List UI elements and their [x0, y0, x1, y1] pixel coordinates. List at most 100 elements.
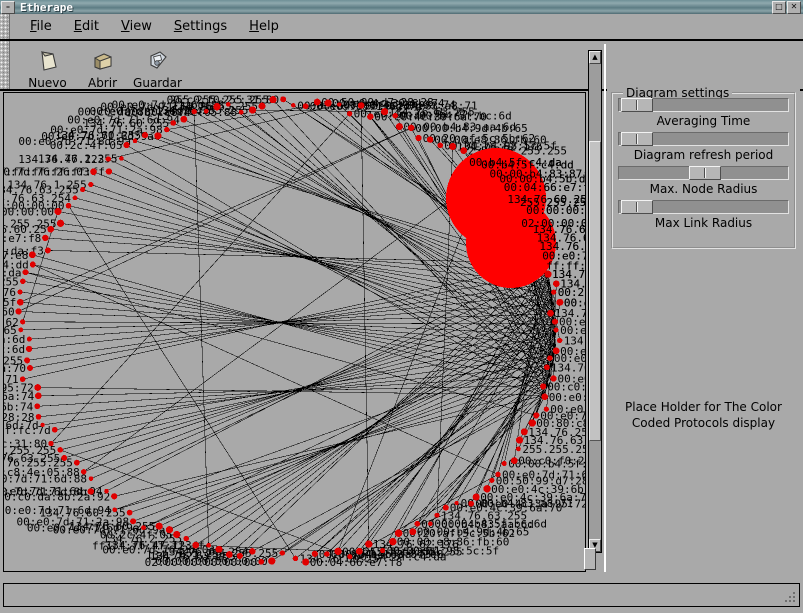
averaging-time-thumb[interactable] — [621, 98, 653, 112]
node-dot[interactable] — [428, 521, 433, 526]
max-link-radius-thumb[interactable] — [621, 200, 653, 214]
node-dot[interactable] — [543, 406, 549, 412]
node-dot[interactable] — [258, 102, 266, 110]
node-dot[interactable] — [533, 412, 540, 419]
node-dot[interactable] — [203, 108, 209, 114]
node-dot[interactable] — [40, 422, 45, 428]
node-dot[interactable] — [324, 551, 330, 557]
node-dot[interactable] — [540, 383, 547, 390]
node-dot[interactable] — [381, 108, 389, 116]
node-dot[interactable] — [408, 124, 415, 131]
node-dot[interactable] — [268, 557, 276, 565]
node-dot[interactable] — [19, 376, 26, 383]
maximize-button[interactable]: □ — [772, 0, 786, 14]
node-dot[interactable] — [468, 500, 475, 507]
node-dot[interactable] — [437, 142, 444, 149]
node-dot[interactable] — [180, 115, 188, 123]
node-dot[interactable] — [192, 541, 200, 549]
node-dot[interactable] — [553, 327, 559, 333]
node-dot[interactable] — [215, 545, 223, 553]
node-dot[interactable] — [269, 96, 277, 104]
node-dot[interactable] — [426, 136, 434, 143]
node-dot[interactable] — [88, 476, 94, 481]
node-dot[interactable] — [74, 459, 80, 466]
node-dot[interactable] — [357, 102, 365, 109]
node-dot[interactable] — [51, 426, 58, 433]
node-dot[interactable] — [324, 99, 332, 107]
node-dot[interactable] — [35, 392, 42, 400]
node-dot[interactable] — [104, 488, 109, 494]
node-dot[interactable] — [141, 525, 146, 531]
menu-help[interactable]: Help — [238, 16, 290, 37]
node-dot[interactable] — [87, 488, 95, 495]
scroll-up-button[interactable]: ▲ — [589, 51, 601, 64]
node-dot[interactable] — [389, 538, 397, 546]
node-dot[interactable] — [449, 143, 457, 150]
averaging-time-slider[interactable] — [618, 98, 789, 112]
minimize-button[interactable]: – — [1, 0, 15, 14]
node-dot[interactable] — [54, 208, 62, 215]
node-dot[interactable] — [80, 187, 86, 193]
node-dot[interactable] — [434, 512, 440, 518]
node-dot[interactable] — [206, 542, 212, 548]
menu-file[interactable]: File — [19, 16, 63, 37]
node-dot[interactable] — [409, 528, 417, 536]
node-dot[interactable] — [442, 504, 449, 511]
node-dot[interactable] — [249, 548, 256, 555]
node-dot[interactable] — [347, 554, 353, 560]
node-dot[interactable] — [126, 509, 133, 516]
node-dot[interactable] — [213, 103, 221, 111]
node-dot[interactable] — [20, 278, 26, 284]
save-button[interactable]: Guardar — [130, 46, 185, 90]
node-dot[interactable] — [61, 455, 68, 461]
node-dot[interactable] — [516, 436, 524, 444]
node-dot[interactable] — [302, 558, 310, 566]
node-dot[interactable] — [44, 247, 51, 254]
new-button[interactable]: Nuevo — [20, 46, 75, 90]
node-dot[interactable] — [183, 535, 189, 542]
max-node-radius-slider[interactable] — [618, 166, 789, 180]
node-dot[interactable] — [154, 132, 162, 140]
node-dot[interactable] — [164, 126, 170, 133]
node-dot[interactable] — [17, 298, 24, 306]
menu-settings[interactable]: Settings — [163, 16, 238, 37]
node-dot[interactable] — [236, 552, 243, 559]
node-dot[interactable] — [20, 319, 26, 325]
open-button[interactable]: Abrir — [75, 46, 130, 90]
node-dot[interactable] — [130, 518, 137, 525]
menu-view[interactable]: View — [110, 16, 163, 37]
node-dot[interactable] — [556, 298, 564, 306]
node-dot[interactable] — [392, 113, 398, 119]
refresh-period-slider[interactable] — [618, 132, 789, 146]
node-dot[interactable] — [528, 419, 536, 427]
node-dot[interactable] — [141, 132, 149, 139]
node-dot[interactable] — [56, 219, 65, 227]
node-dot[interactable] — [48, 440, 54, 447]
node-dot[interactable] — [547, 309, 554, 317]
node-dot[interactable] — [541, 393, 548, 401]
node-dot[interactable] — [225, 102, 231, 107]
close-button[interactable]: ✕ — [787, 0, 801, 14]
max-node-radius-thumb[interactable] — [689, 166, 721, 180]
node-dot[interactable] — [495, 471, 501, 478]
node-dot[interactable] — [34, 403, 41, 410]
node-dot[interactable] — [238, 109, 244, 115]
node-dot[interactable] — [24, 357, 31, 364]
node-dot[interactable] — [365, 540, 373, 548]
node-dot[interactable] — [415, 134, 422, 142]
menu-edit[interactable]: Edit — [63, 16, 110, 37]
node-dot[interactable] — [47, 225, 54, 233]
node-dot[interactable] — [248, 106, 257, 114]
node-dot[interactable] — [155, 522, 163, 530]
node-dot[interactable] — [29, 251, 36, 259]
node-dot[interactable] — [292, 555, 299, 562]
toolbar-grip[interactable] — [0, 41, 10, 89]
node-dot[interactable] — [367, 113, 374, 120]
node-dot[interactable] — [15, 308, 22, 315]
node-dot[interactable] — [313, 98, 321, 106]
node-dot[interactable] — [460, 147, 468, 154]
node-dot[interactable] — [544, 364, 550, 371]
node-dot[interactable] — [454, 500, 459, 506]
node-dot[interactable] — [520, 428, 528, 436]
node-dot[interactable] — [170, 120, 176, 126]
